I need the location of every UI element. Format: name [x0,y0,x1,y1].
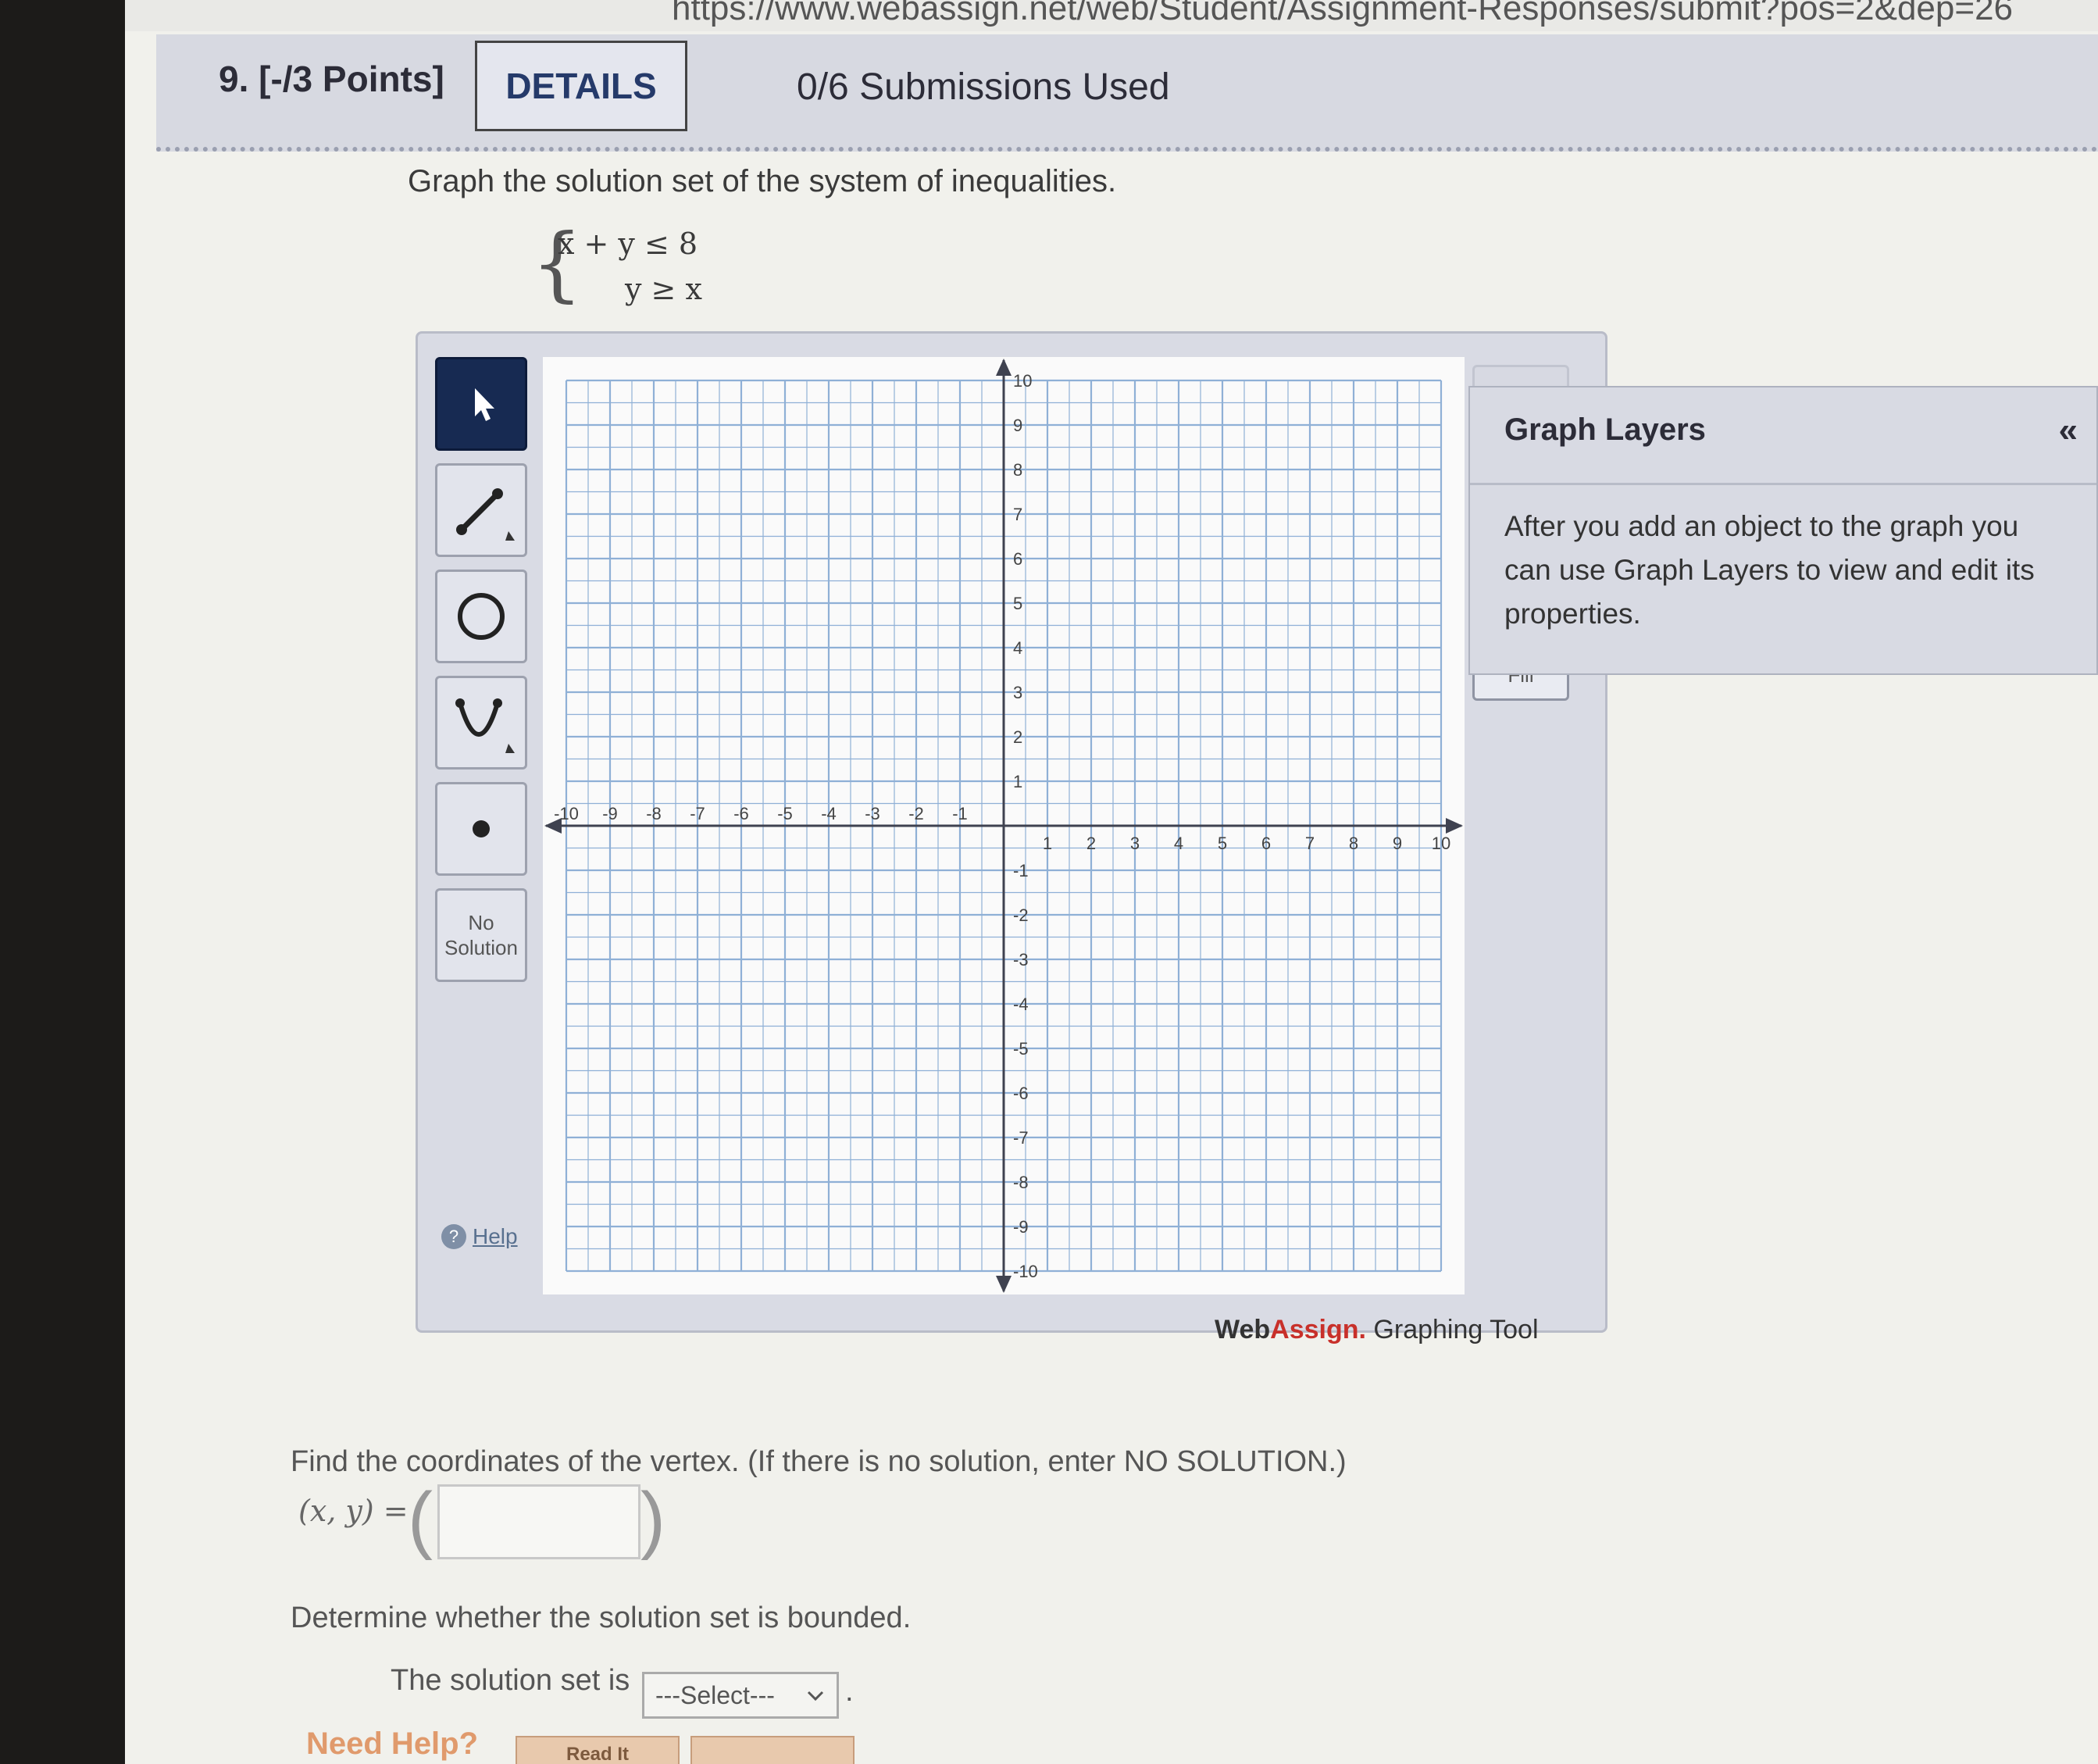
y-tick-label: 7 [1013,505,1022,524]
bounded-period: . [845,1675,854,1708]
x-tick-label: -8 [646,804,662,823]
no-solution-button[interactable]: No Solution [435,888,527,982]
x-tick-label: 2 [1086,834,1096,853]
y-tick-label: 9 [1013,416,1022,435]
submissions-used: 0/6 Submissions Used [797,66,1170,108]
vertex-input[interactable] [437,1484,640,1559]
y-tick-label: -5 [1013,1039,1029,1059]
graphing-tool: No Solution ? Help -10 -9 -8 -7 -6 -5 -4 -3 -2 -1… [416,331,1607,1344]
details-button[interactable]: DETAILS [475,41,687,131]
y-tick-label: 2 [1013,727,1022,747]
x-tick-label: 3 [1130,834,1140,853]
graph-layers-panel: Graph Layers « After you add an object t… [1468,386,2098,675]
inequality-1: x + y ≤ 8 [558,227,698,261]
vertex-label: (x, y) = [298,1494,409,1528]
y-tick-label: -6 [1013,1084,1029,1103]
brand-tool: Graphing Tool [1373,1315,1539,1344]
watch-it-button[interactable] [690,1736,855,1764]
bounded-select-value: ---Select--- [655,1680,775,1709]
y-tick-label: 3 [1013,683,1022,702]
y-tick-label: -9 [1013,1217,1029,1237]
brand-web: Web [1215,1315,1271,1344]
right-paren: ) [640,1477,665,1561]
x-tick-label: -10 [554,804,579,823]
solution-set-label: The solution set is [391,1664,630,1697]
pointer-tool-button[interactable] [435,357,527,451]
y-tick-label: 8 [1013,460,1022,480]
point-tool-button[interactable] [435,782,527,876]
x-tick-label: -2 [908,804,924,823]
y-tick-label: 6 [1013,549,1022,569]
x-tick-label: -7 [690,804,705,823]
line-icon [456,488,515,541]
y-tick-label: -4 [1013,994,1029,1014]
x-tick-label: 7 [1305,834,1315,853]
left-paren: ( [408,1477,433,1561]
read-it-button[interactable]: Read It [516,1736,680,1764]
x-tick-label: 5 [1218,834,1227,853]
x-tick-label: 4 [1174,834,1183,853]
y-tick-label: 10 [1013,371,1032,391]
no-solution-label: No Solution [444,910,518,960]
help-icon: ? [441,1224,466,1249]
webassign-brand: WebAssign. Graphing Tool [1215,1315,1539,1345]
y-tick-label: -1 [1013,861,1029,880]
brand-assign: Assign. [1270,1315,1366,1344]
y-tick-label: 4 [1013,638,1022,658]
need-help-label: Need Help? [306,1727,479,1761]
collapse-icon[interactable]: « [2059,411,2078,450]
question-number: 9. [-/3 Points] [219,59,444,99]
circle-tool-button[interactable] [435,570,527,663]
no-solution-line-2: Solution [444,936,518,959]
bounded-question: Determine whether the solution set is bo… [291,1602,912,1634]
x-tick-label: -3 [865,804,880,823]
x-tick-label: -6 [733,804,749,823]
y-tick-label: -2 [1013,905,1029,925]
question-prompt: Graph the solution set of the system of … [408,164,1117,198]
inequality-system: { x + y ≤ 8 y ≥ x [531,216,734,320]
y-tick-label: -8 [1013,1173,1029,1192]
x-tick-label: 8 [1349,834,1358,853]
vertex-question: Find the coordinates of the vertex. (If … [291,1445,1347,1478]
x-tick-label: -9 [602,804,618,823]
line-tool-button[interactable] [435,463,527,557]
point-icon [473,820,490,837]
parabola-tool-button[interactable] [435,676,527,770]
y-tick-label: -7 [1013,1128,1029,1148]
bounded-select[interactable]: ---Select--- [642,1672,839,1719]
url-text: https://www.webassign.net/web/Student/As… [672,0,2014,27]
inequality-2: y ≥ x [625,272,702,306]
graph-layers-divider [1470,483,2096,485]
x-tick-label: 1 [1043,834,1052,853]
help-link[interactable]: ? Help [441,1224,518,1249]
y-tick-label: -10 [1013,1262,1038,1281]
y-tick-label: 5 [1013,594,1022,613]
x-tick-label: -1 [952,804,968,823]
graph-layers-description: After you add an object to the graph you… [1504,510,2035,630]
x-tick-label: 10 [1432,834,1450,853]
x-tick-label: -4 [821,804,837,823]
webassign-page: https://www.webassign.net/web/Student/As… [125,0,2098,1764]
help-label: Help [473,1224,518,1248]
x-tick-label: -5 [777,804,793,823]
graph-layers-title: Graph Layers [1504,412,1706,447]
no-solution-line-1: No [468,911,494,934]
question-header: 9. [-/3 Points] DETAILS 0/6 Submissions … [156,34,2098,152]
x-tick-label: 6 [1261,834,1271,853]
y-tick-label: 1 [1013,772,1022,791]
url-bar[interactable]: https://www.webassign.net/web/Student/As… [125,0,2098,31]
chevron-down-icon [807,1691,824,1702]
coordinate-plane[interactable]: -10 -9 -8 -7 -6 -5 -4 -3 -2 -1 1 2 3 4 5 6 7 8 9 10 10 9 8 7 6 5 4… [543,357,1465,1294]
circle-icon [458,593,505,640]
x-tick-label: 9 [1393,834,1402,853]
parabola-icon [455,698,515,753]
pointer-icon [475,388,494,421]
y-tick-label: -3 [1013,950,1029,969]
